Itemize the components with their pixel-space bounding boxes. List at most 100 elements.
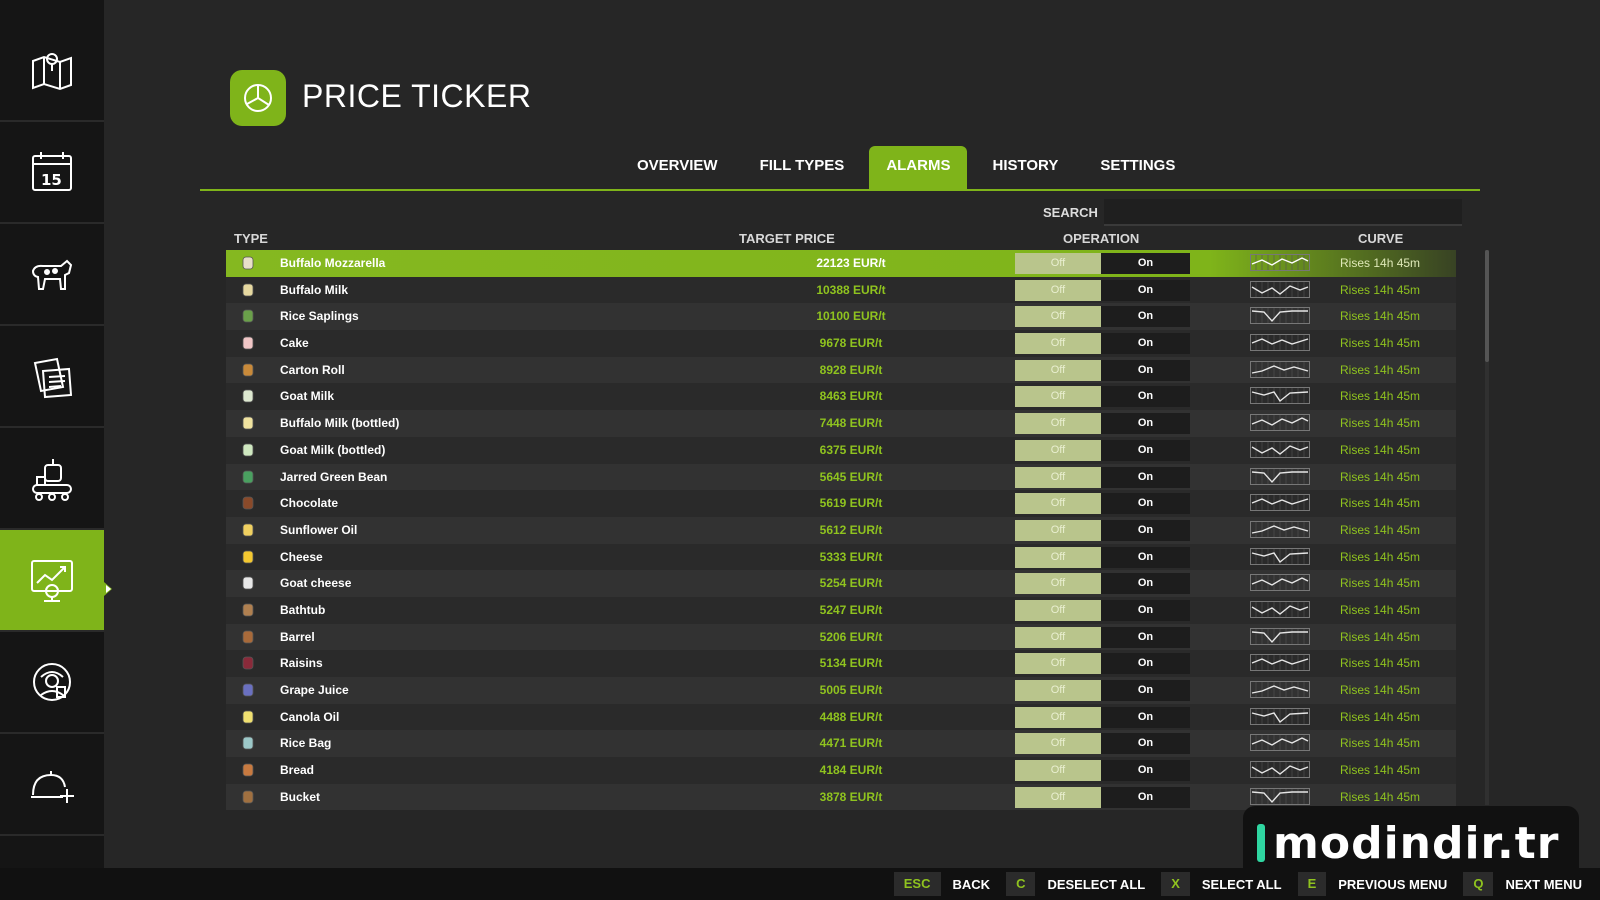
toggle-on[interactable]: On bbox=[1101, 306, 1190, 327]
table-row[interactable]: Goat Milk 8463 EUR/t Off On Rises 14h 45m bbox=[226, 383, 1456, 411]
operation-toggle[interactable]: Off On bbox=[1015, 760, 1190, 782]
operation-toggle[interactable]: Off On bbox=[1015, 306, 1190, 328]
table-row[interactable]: Carton Roll 8928 EUR/t Off On Rises 14h 45m bbox=[226, 356, 1456, 384]
toggle-on[interactable]: On bbox=[1101, 386, 1190, 407]
operation-toggle[interactable]: Off On bbox=[1015, 359, 1190, 381]
table-row[interactable]: Raisins 5134 EUR/t Off On Rises 14h 45m bbox=[226, 650, 1456, 677]
tab-history[interactable]: HISTORY bbox=[975, 146, 1075, 190]
keybind-action-deselect-all[interactable]: DESELECT ALL bbox=[1047, 877, 1145, 892]
table-row[interactable]: Chocolate 5619 EUR/t Off On Rises 14h 45m bbox=[226, 490, 1456, 517]
toggle-on[interactable]: On bbox=[1101, 760, 1190, 781]
toggle-off[interactable]: Off bbox=[1015, 359, 1101, 381]
operation-toggle[interactable]: Off On bbox=[1015, 439, 1190, 461]
scrollbar-thumb[interactable] bbox=[1485, 250, 1489, 362]
table-row[interactable]: Buffalo Milk (bottled) 7448 EUR/t Off On Ris… bbox=[226, 410, 1456, 437]
sidebar-item-documents[interactable] bbox=[0, 326, 104, 428]
toggle-on[interactable]: On bbox=[1101, 653, 1190, 674]
toggle-off[interactable]: Off bbox=[1015, 626, 1101, 648]
toggle-on[interactable]: On bbox=[1101, 787, 1190, 808]
keybind-action-select-all[interactable]: SELECT ALL bbox=[1202, 877, 1282, 892]
toggle-off[interactable]: Off bbox=[1015, 333, 1101, 355]
toggle-off[interactable]: Off bbox=[1015, 786, 1101, 808]
toggle-off[interactable]: Off bbox=[1015, 519, 1101, 541]
toggle-on[interactable]: On bbox=[1101, 413, 1190, 434]
toggle-off[interactable]: Off bbox=[1015, 279, 1101, 301]
operation-toggle[interactable]: Off On bbox=[1015, 599, 1190, 621]
toggle-on[interactable]: On bbox=[1101, 493, 1190, 514]
toggle-off[interactable]: Off bbox=[1015, 653, 1101, 675]
toggle-on[interactable]: On bbox=[1101, 707, 1190, 728]
table-row[interactable]: Buffalo Milk 10388 EUR/t Off On Rises 14h 45… bbox=[226, 276, 1456, 304]
toggle-off[interactable]: Off bbox=[1015, 546, 1101, 568]
toggle-off[interactable]: Off bbox=[1015, 706, 1101, 728]
operation-toggle[interactable]: Off On bbox=[1015, 493, 1190, 515]
operation-toggle[interactable]: Off On bbox=[1015, 519, 1190, 541]
operation-toggle[interactable]: Off On bbox=[1015, 626, 1190, 648]
table-row[interactable]: Rice Bag 4471 EUR/t Off On Rises 14h 45m bbox=[226, 730, 1456, 758]
operation-toggle[interactable]: Off On bbox=[1015, 573, 1190, 595]
toggle-off[interactable]: Off bbox=[1015, 306, 1101, 328]
table-row[interactable]: Bread 4184 EUR/t Off On Rises 14h 45m bbox=[226, 757, 1456, 784]
toggle-off[interactable]: Off bbox=[1015, 493, 1101, 515]
operation-toggle[interactable]: Off On bbox=[1015, 733, 1190, 755]
toggle-off[interactable]: Off bbox=[1015, 733, 1101, 755]
search-input[interactable] bbox=[1104, 199, 1462, 226]
toggle-on[interactable]: On bbox=[1101, 680, 1190, 701]
tab-settings[interactable]: SETTINGS bbox=[1083, 146, 1192, 190]
toggle-off[interactable]: Off bbox=[1015, 760, 1101, 782]
keybind-action-back[interactable]: BACK bbox=[953, 877, 991, 892]
toggle-on[interactable]: On bbox=[1101, 280, 1190, 301]
operation-toggle[interactable]: Off On bbox=[1015, 333, 1190, 355]
toggle-on[interactable]: On bbox=[1101, 440, 1190, 461]
toggle-off[interactable]: Off bbox=[1015, 599, 1101, 621]
toggle-off[interactable]: Off bbox=[1015, 413, 1101, 435]
toggle-on[interactable]: On bbox=[1101, 467, 1190, 488]
toggle-on[interactable]: On bbox=[1101, 547, 1190, 568]
operation-toggle[interactable]: Off On bbox=[1015, 680, 1190, 701]
operation-toggle[interactable]: Off On bbox=[1015, 386, 1190, 408]
toggle-on[interactable]: On bbox=[1101, 253, 1190, 274]
table-row[interactable]: Canola Oil 4488 EUR/t Off On Rises 14h 45m bbox=[226, 703, 1456, 731]
toggle-on[interactable]: On bbox=[1101, 627, 1190, 648]
toggle-off[interactable]: Off bbox=[1015, 439, 1101, 461]
toggle-on[interactable]: On bbox=[1101, 600, 1190, 621]
sidebar-item-production[interactable] bbox=[0, 428, 104, 530]
sidebar-item-price-ticker[interactable] bbox=[0, 530, 104, 632]
table-row[interactable]: Bathtub 5247 EUR/t Off On Rises 14h 45m bbox=[226, 596, 1456, 624]
toggle-off[interactable]: Off bbox=[1015, 466, 1101, 488]
toggle-on[interactable]: On bbox=[1101, 733, 1190, 754]
operation-toggle[interactable]: Off On bbox=[1015, 279, 1190, 301]
toggle-on[interactable]: On bbox=[1101, 360, 1190, 381]
table-row[interactable]: Barrel 5206 EUR/t Off On Rises 14h 45m bbox=[226, 623, 1456, 651]
operation-toggle[interactable]: Off On bbox=[1015, 466, 1190, 488]
sidebar-item-animals[interactable] bbox=[0, 224, 104, 326]
tab-alarms[interactable]: ALARMS bbox=[869, 146, 968, 190]
operation-toggle[interactable]: Off On bbox=[1015, 253, 1190, 274]
keybind-action-previous-menu[interactable]: PREVIOUS MENU bbox=[1338, 877, 1447, 892]
toggle-off[interactable]: Off bbox=[1015, 253, 1101, 274]
sidebar-item-contracts[interactable] bbox=[0, 734, 104, 836]
operation-toggle[interactable]: Off On bbox=[1015, 786, 1190, 808]
toggle-off[interactable]: Off bbox=[1015, 680, 1101, 701]
operation-toggle[interactable]: Off On bbox=[1015, 653, 1190, 675]
operation-toggle[interactable]: Off On bbox=[1015, 706, 1190, 728]
tab-overview[interactable]: OVERVIEW bbox=[620, 146, 735, 190]
toggle-on[interactable]: On bbox=[1101, 573, 1190, 594]
keybind-action-next-menu[interactable]: NEXT MENU bbox=[1505, 877, 1582, 892]
toggle-off[interactable]: Off bbox=[1015, 573, 1101, 595]
tab-fill-types[interactable]: FILL TYPES bbox=[743, 146, 862, 190]
table-row[interactable]: Cake 9678 EUR/t Off On Rises 14h 45m bbox=[226, 330, 1456, 357]
sidebar-item-map[interactable] bbox=[0, 20, 104, 122]
table-row[interactable]: Jarred Green Bean 5645 EUR/t Off On Rises 14… bbox=[226, 463, 1456, 491]
table-row[interactable]: Grape Juice 5005 EUR/t Off On Rises 14h 45m bbox=[226, 677, 1456, 704]
sidebar-item-calendar[interactable]: 15 bbox=[0, 122, 104, 224]
table-row[interactable]: Cheese 5333 EUR/t Off On Rises 14h 45m bbox=[226, 543, 1456, 571]
table-row[interactable]: Rice Saplings 10100 EUR/t Off On Rises 14h 4… bbox=[226, 303, 1456, 331]
table-row[interactable]: Goat cheese 5254 EUR/t Off On Rises 14h 45m bbox=[226, 570, 1456, 597]
toggle-off[interactable]: Off bbox=[1015, 386, 1101, 408]
operation-toggle[interactable]: Off On bbox=[1015, 413, 1190, 435]
table-row[interactable]: Sunflower Oil 5612 EUR/t Off On Rises 14h 45… bbox=[226, 516, 1456, 544]
sidebar-item-workers[interactable] bbox=[0, 632, 104, 734]
table-row[interactable]: Goat Milk (bottled) 6375 EUR/t Off On Rises … bbox=[226, 436, 1456, 464]
toggle-on[interactable]: On bbox=[1101, 333, 1190, 354]
